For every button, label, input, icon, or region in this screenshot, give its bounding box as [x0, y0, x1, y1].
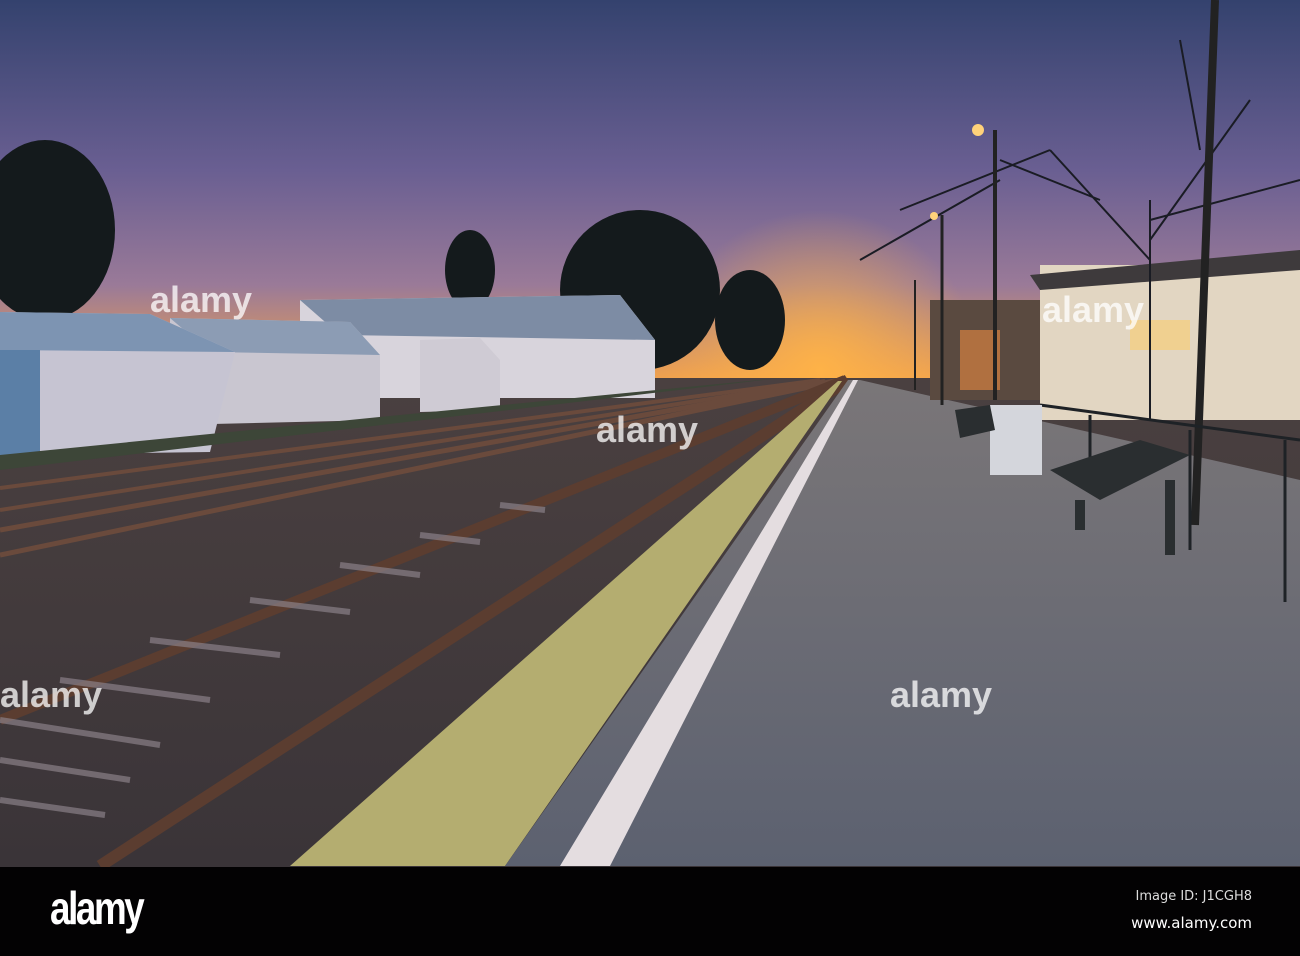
svg-text:alamy: alamy	[0, 674, 102, 715]
lamp-light	[972, 124, 984, 136]
lamp-light	[930, 212, 938, 220]
svg-text:alamy: alamy	[150, 279, 252, 320]
svg-text:alamy: alamy	[596, 409, 698, 450]
image-id: Image ID: J1CGH8	[1135, 889, 1252, 904]
svg-text:alamy: alamy	[1042, 289, 1144, 330]
alamy-logo[interactable]: alamy	[50, 881, 145, 935]
footer-bar: alamy Image ID: J1CGH8 www.alamy.com	[0, 867, 1300, 956]
website-link[interactable]: www.alamy.com	[1131, 914, 1252, 932]
station-photo: alamy alamy alamy alamy alamy	[0, 0, 1300, 867]
trash-can	[990, 405, 1042, 475]
svg-text:alamy: alamy	[890, 674, 992, 715]
